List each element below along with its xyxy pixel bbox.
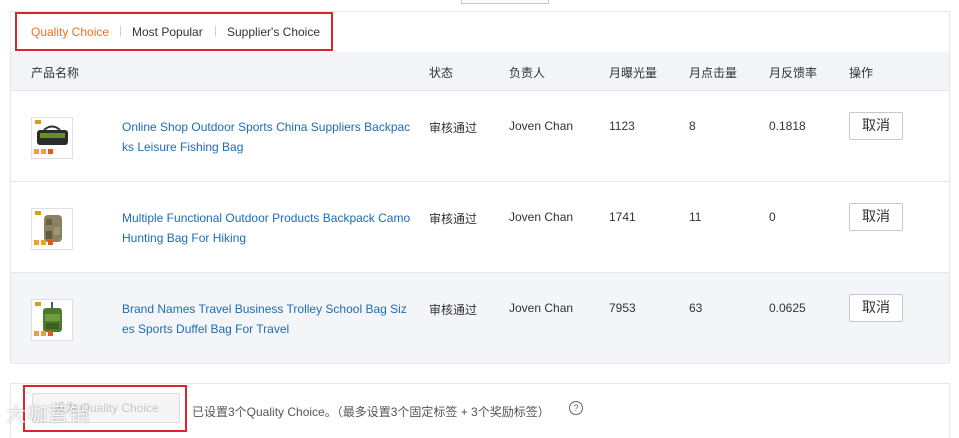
status-cell: 审核通过 [429,121,478,135]
product-link[interactable]: Multiple Functional Outdoor Products Bac… [122,208,412,248]
owner-cell: Joven Chan [509,301,574,315]
status-cell: 审核通过 [429,212,478,226]
header-impressions: 月曝光量 [609,66,658,80]
header-owner: 负责人 [509,66,546,80]
annotation-box-tabs [15,12,333,51]
camo-backpack-icon[interactable] [31,208,73,250]
feedback-cell: 0.1818 [769,119,806,133]
impressions-cell: 7953 [609,301,636,315]
quality-choice-count-text: 已设置3个Quality Choice。（最多设置3个固定标签 + 3个奖励标签… [192,405,550,419]
cancel-button[interactable]: 取消 [849,203,903,231]
table-row: Online Shop Outdoor Sports China Supplie… [11,91,949,182]
status-cell: 审核通过 [429,303,478,317]
feedback-cell: 0.0625 [769,301,806,315]
header-status: 状态 [429,66,454,80]
clicks-cell: 11 [689,210,702,224]
clicks-cell: 63 [689,301,703,315]
owner-cell: Joven Chan [509,119,574,133]
header-product-name: 产品名称 [31,66,80,80]
owner-cell: Joven Chan [509,210,574,224]
cancel-button[interactable]: 取消 [849,112,903,140]
trolley-bag-icon[interactable] [31,299,73,341]
product-link[interactable]: Online Shop Outdoor Sports China Supplie… [122,117,412,157]
table-header: 产品名称 状态 负责人 月曝光量 月点击量 月反馈率 操作 [11,52,949,91]
watermark: 大咖营销 [6,402,90,426]
fishing-bag-icon[interactable] [31,117,73,159]
clicks-cell: 8 [689,119,696,133]
help-icon[interactable]: ? [569,401,583,415]
header-clicks: 月点击量 [689,66,738,80]
impressions-cell: 1123 [609,119,635,133]
product-panel: Quality Choice | Most Popular | Supplier… [10,11,950,364]
top-tab-stub [461,0,549,4]
cancel-button[interactable]: 取消 [849,294,903,322]
product-link[interactable]: Brand Names Travel Business Trolley Scho… [122,299,412,339]
header-action: 操作 [849,66,874,80]
impressions-cell: 1741 [609,210,636,224]
table-row: Multiple Functional Outdoor Products Bac… [11,182,949,273]
feedback-cell: 0 [769,210,776,224]
table-row: Brand Names Travel Business Trolley Scho… [11,273,949,364]
header-feedback-rate: 月反馈率 [769,66,818,80]
